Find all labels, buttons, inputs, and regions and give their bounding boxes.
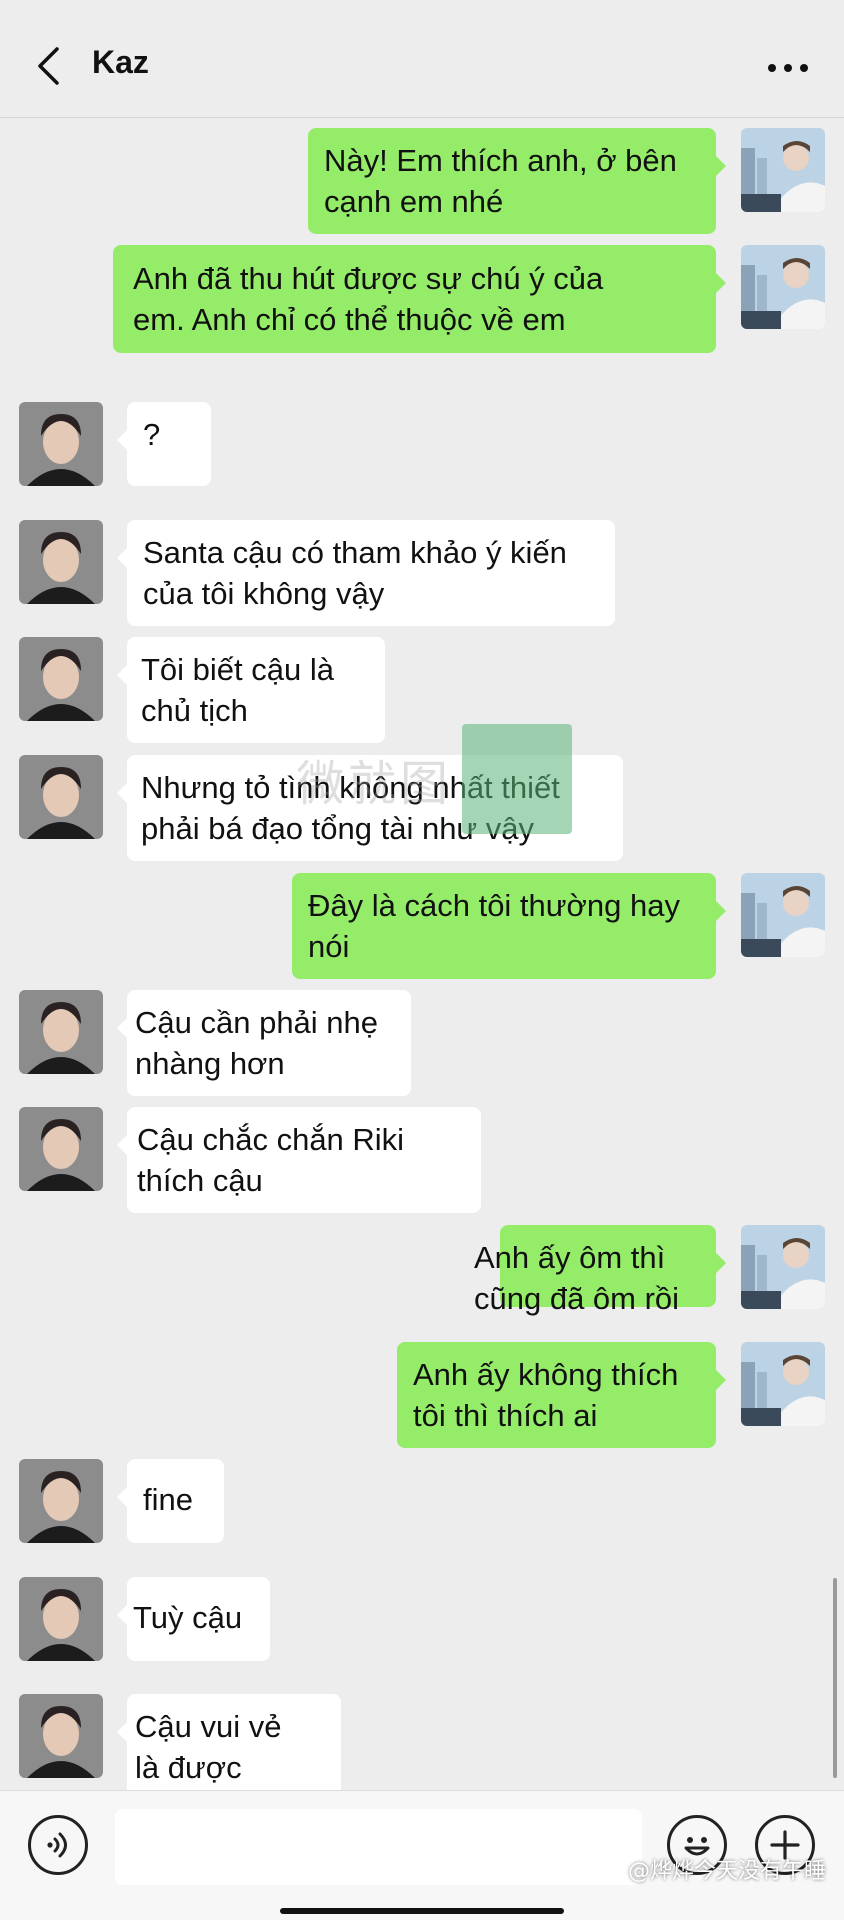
contact-avatar-image (19, 1459, 103, 1543)
scrollbar[interactable] (833, 1578, 837, 1778)
message-bubble[interactable]: Anh ấy ôm thì cũng đã ôm rồi (474, 1237, 679, 1319)
contact-avatar[interactable] (19, 1107, 103, 1191)
more-dots-icon (768, 64, 776, 72)
contact-avatar-image (19, 1694, 103, 1778)
message-bubble[interactable]: Anh ấy không thích tôi thì thích ai (397, 1342, 726, 1448)
credit-watermark: @烨烨今天没有午睡 (627, 1859, 826, 1884)
message-bubble[interactable]: Tôi biết cậu là chủ tịch (117, 637, 385, 743)
contact-avatar[interactable] (19, 402, 103, 486)
message-bubble[interactable]: ? (117, 402, 211, 486)
contact-avatar-image (19, 402, 103, 486)
message-bubble[interactable]: Này! Em thích anh, ở bên cạnh em nhé (308, 128, 726, 234)
contact-avatar[interactable] (19, 1694, 103, 1778)
more-dot (800, 64, 808, 72)
message-bubble[interactable]: Tuỳ cậu (117, 1577, 270, 1661)
message-bubble[interactable]: Cậu cần phải nhẹ nhàng hơn (117, 990, 411, 1096)
chat-header: Kaz (0, 0, 844, 118)
contact-avatar[interactable] (19, 755, 103, 839)
back-button[interactable] (28, 42, 68, 90)
message-bubble[interactable]: Anh đã thu hút được sự chú ý của em. Anh… (113, 245, 726, 353)
contact-avatar-image (19, 990, 103, 1074)
message-bubble[interactable]: Đây là cách tôi thường hay nói (292, 873, 726, 979)
message-bubble[interactable]: Santa cậu có tham khảo ý kiến của tôi kh… (117, 520, 615, 626)
contact-avatar-image (19, 1107, 103, 1191)
message-bubble[interactable]: Cậu chắc chắn Riki thích cậu (117, 1107, 481, 1213)
contact-avatar[interactable] (19, 637, 103, 721)
input-bar: @烨烨今天没有午睡 (0, 1790, 844, 1920)
contact-avatar-image (19, 520, 103, 604)
home-indicator (280, 1908, 564, 1914)
my-avatar[interactable] (741, 873, 825, 957)
contact-avatar[interactable] (19, 1577, 103, 1661)
my-avatar[interactable] (741, 1225, 825, 1309)
my-avatar[interactable] (741, 1342, 825, 1426)
more-button[interactable] (760, 50, 816, 86)
chevron-left-icon (38, 47, 59, 85)
more-dot (784, 64, 792, 72)
contact-avatar[interactable] (19, 520, 103, 604)
contact-avatar-image (19, 637, 103, 721)
message-list[interactable]: Này! Em thích anh, ở bên cạnh em nhé Anh… (0, 118, 844, 1800)
contact-avatar-image (19, 755, 103, 839)
message-bubble[interactable]: fine (117, 1459, 224, 1543)
message-bubble[interactable]: Nhưng tỏ tình không nhất thiết phải bá đ… (117, 755, 623, 861)
voice-button[interactable] (28, 1815, 88, 1875)
chat-title: Kaz (92, 44, 149, 80)
my-avatar[interactable] (741, 128, 825, 212)
contact-avatar-image (19, 1577, 103, 1661)
my-avatar-image (741, 1225, 825, 1309)
my-avatar-image (741, 1342, 825, 1426)
message-input[interactable] (115, 1809, 642, 1885)
my-avatar-image (741, 128, 825, 212)
my-avatar-image (741, 245, 825, 329)
my-avatar[interactable] (741, 245, 825, 329)
my-avatar-image (741, 873, 825, 957)
contact-avatar[interactable] (19, 1459, 103, 1543)
contact-avatar[interactable] (19, 990, 103, 1074)
message-bubble[interactable]: Cậu vui vẻ là được (117, 1694, 341, 1800)
voice-icon (47, 1832, 67, 1858)
